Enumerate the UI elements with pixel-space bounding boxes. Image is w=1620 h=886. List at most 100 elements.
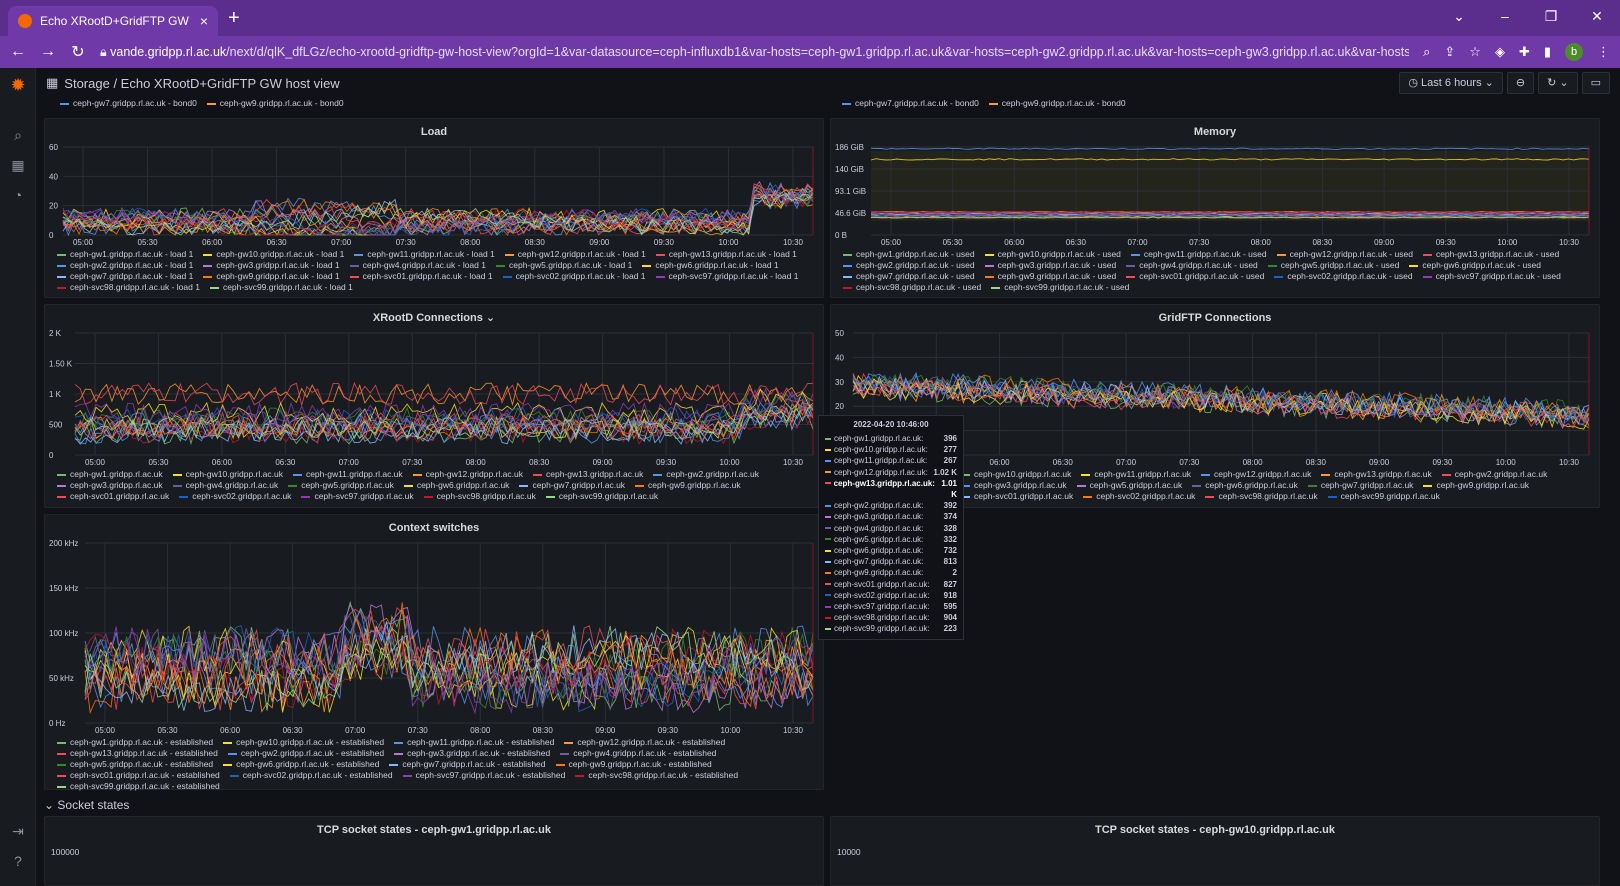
legend-item[interactable]: ceph-gw10.gridpp.rl.ac.uk — [961, 469, 1071, 480]
legend-item[interactable]: ceph-gw7.gridpp.rl.ac.uk - load 1 — [57, 271, 193, 282]
legend-item[interactable]: ceph-gw9.gridpp.rl.ac.uk - bond0 — [988, 98, 1126, 109]
legend-item[interactable]: ceph-gw4.gridpp.rl.ac.uk - load 1 — [349, 260, 486, 271]
help-icon[interactable]: ? — [0, 846, 36, 876]
back-arrow-icon[interactable]: ← — [10, 43, 26, 61]
zoom-icon[interactable]: ⌕ — [1423, 44, 1430, 60]
legend-item[interactable]: ceph-gw5.gridpp.rl.ac.uk - load 1 — [495, 260, 632, 271]
series-line[interactable] — [84, 628, 814, 709]
legend-item[interactable]: ceph-gw3.gridpp.rl.ac.uk - used — [984, 260, 1116, 271]
legend-item[interactable]: ceph-gw9.gridpp.rl.ac.uk - bond0 — [206, 98, 344, 109]
legend-item[interactable]: ceph-gw12.gridpp.rl.ac.uk — [412, 469, 523, 480]
legend-item[interactable]: ceph-svc98.gridpp.rl.ac.uk - established — [575, 770, 738, 781]
legend-item[interactable]: ceph-gw9.gridpp.rl.ac.uk — [635, 480, 741, 491]
legend-item[interactable]: ceph-gw1.gridpp.rl.ac.uk — [57, 469, 163, 480]
legend-item[interactable]: ceph-gw2.gridpp.rl.ac.uk - used — [843, 260, 975, 271]
legend-item[interactable]: ceph-svc99.gridpp.rl.ac.uk - established — [57, 781, 220, 792]
time-range-picker[interactable]: ◷ Last 6 hours ⌄ — [1399, 72, 1503, 94]
extension-icon[interactable]: ◈ — [1495, 44, 1505, 60]
legend-item[interactable]: ceph-svc99.gridpp.rl.ac.uk - load 1 — [209, 282, 353, 293]
refresh-button[interactable]: ↻ ⌄ — [1538, 72, 1578, 94]
legend-item[interactable]: ceph-gw13.gridpp.rl.ac.uk — [1321, 469, 1432, 480]
legend-item[interactable]: ceph-gw7.gridpp.rl.ac.uk - used — [843, 271, 975, 282]
chevron-down-icon[interactable]: ⌄ — [1436, 8, 1482, 25]
legend-item[interactable]: ceph-gw10.gridpp.rl.ac.uk - established — [223, 737, 384, 748]
legend-item[interactable]: ceph-svc98.gridpp.rl.ac.uk — [1205, 491, 1318, 502]
browser-tab[interactable]: Echo XRootD+GridFTP GW host × — [8, 6, 218, 36]
legend-item[interactable]: ceph-gw6.gridpp.rl.ac.uk — [403, 480, 509, 491]
legend-item[interactable]: ceph-gw6.gridpp.rl.ac.uk — [1192, 480, 1298, 491]
signin-icon[interactable]: ⇥ — [0, 816, 36, 846]
legend-item[interactable]: ceph-svc98.gridpp.rl.ac.uk — [423, 491, 536, 502]
panel-title[interactable]: GridFTP Connections — [831, 309, 1599, 327]
legend-item[interactable]: ceph-svc98.gridpp.rl.ac.uk - load 1 — [57, 282, 200, 293]
legend-item[interactable]: ceph-gw11.gridpp.rl.ac.uk - load 1 — [354, 249, 495, 260]
breadcrumb[interactable]: Storage / Echo XRootD+GridFTP GW host vi… — [64, 76, 1399, 91]
legend-item[interactable]: ceph-svc97.gridpp.rl.ac.uk - load 1 — [655, 271, 798, 282]
legend-item[interactable]: ceph-gw5.gridpp.rl.ac.uk - established — [57, 759, 213, 770]
dashboards-icon[interactable]: ▦ — [0, 150, 36, 180]
panel-title[interactable]: TCP socket states - ceph-gw10.gridpp.rl.… — [831, 821, 1599, 839]
reload-icon[interactable]: ↻ — [70, 42, 86, 62]
legend-item[interactable]: ceph-svc99.gridpp.rl.ac.uk — [545, 491, 658, 502]
legend-item[interactable]: ceph-gw7.gridpp.rl.ac.uk - established — [389, 759, 546, 770]
url-field[interactable]: 🔒︎ vande.gridpp.rl.ac.uk/next/d/qlK_dfLG… — [100, 45, 1409, 60]
legend-item[interactable]: ceph-svc01.gridpp.rl.ac.uk - established — [57, 770, 220, 781]
grafana-logo-icon[interactable]: ✹ — [0, 70, 36, 100]
legend-item[interactable]: ceph-gw1.gridpp.rl.ac.uk - established — [57, 737, 213, 748]
minimize-icon[interactable]: – — [1482, 8, 1528, 24]
legend-item[interactable]: ceph-gw6.gridpp.rl.ac.uk - used — [1409, 260, 1541, 271]
panel-title[interactable]: Memory — [831, 123, 1599, 141]
legend-item[interactable]: ceph-gw5.gridpp.rl.ac.uk — [1076, 480, 1182, 491]
puzzle-icon[interactable]: ✚ — [1519, 44, 1530, 60]
legend-item[interactable]: ceph-gw9.gridpp.rl.ac.uk - used — [984, 271, 1116, 282]
legend-item[interactable]: ceph-gw1.gridpp.rl.ac.uk - used — [843, 249, 975, 260]
legend-item[interactable]: ceph-gw6.gridpp.rl.ac.uk - established — [223, 759, 379, 770]
panel-title[interactable]: Context switches — [45, 519, 823, 537]
profile-avatar[interactable]: b — [1565, 43, 1583, 61]
share-icon[interactable]: ⇪ — [1444, 44, 1455, 60]
legend-item[interactable]: ceph-svc02.gridpp.rl.ac.uk - used — [1274, 271, 1413, 282]
legend-item[interactable]: ceph-svc01.gridpp.rl.ac.uk — [961, 491, 1073, 502]
legend-item[interactable]: ceph-svc97.gridpp.rl.ac.uk - used — [1422, 271, 1561, 282]
legend-item[interactable]: ceph-gw12.gridpp.rl.ac.uk — [1201, 469, 1311, 480]
legend-item[interactable]: ceph-gw7.gridpp.rl.ac.uk — [1307, 480, 1413, 491]
forward-arrow-icon[interactable]: → — [40, 43, 56, 61]
legend-item[interactable]: ceph-svc97.gridpp.rl.ac.uk — [301, 491, 414, 502]
legend-item[interactable]: ceph-svc99.gridpp.rl.ac.uk - used — [991, 282, 1129, 293]
legend-item[interactable]: ceph-gw2.gridpp.rl.ac.uk - load 1 — [57, 260, 193, 271]
legend-item[interactable]: ceph-gw10.gridpp.rl.ac.uk - load 1 — [203, 249, 344, 260]
legend-item[interactable]: ceph-gw6.gridpp.rl.ac.uk - load 1 — [642, 260, 779, 271]
legend-item[interactable]: ceph-gw1.gridpp.rl.ac.uk - load 1 — [57, 249, 193, 260]
legend-item[interactable]: ceph-svc98.gridpp.rl.ac.uk - used — [843, 282, 981, 293]
legend-item[interactable]: ceph-gw12.gridpp.rl.ac.uk - established — [564, 737, 725, 748]
legend-item[interactable]: ceph-svc02.gridpp.rl.ac.uk - load 1 — [502, 271, 646, 282]
legend-item[interactable]: ceph-svc02.gridpp.rl.ac.uk — [1083, 491, 1195, 502]
legend-item[interactable]: ceph-gw3.gridpp.rl.ac.uk — [961, 480, 1067, 491]
legend-item[interactable]: ceph-gw2.gridpp.rl.ac.uk — [653, 469, 759, 480]
legend-item[interactable]: ceph-svc02.gridpp.rl.ac.uk - established — [229, 770, 393, 781]
legend-item[interactable]: ceph-gw10.gridpp.rl.ac.uk - used — [984, 249, 1121, 260]
legend-item[interactable]: ceph-svc02.gridpp.rl.ac.uk — [179, 491, 291, 502]
legend-item[interactable]: ceph-gw11.gridpp.rl.ac.uk - established — [394, 737, 554, 748]
legend-item[interactable]: ceph-svc01.gridpp.rl.ac.uk - load 1 — [349, 271, 493, 282]
legend-item[interactable]: ceph-gw13.gridpp.rl.ac.uk — [533, 469, 643, 480]
legend-item[interactable]: ceph-gw11.gridpp.rl.ac.uk — [1081, 469, 1191, 480]
legend-item[interactable]: ceph-gw4.gridpp.rl.ac.uk — [172, 480, 278, 491]
legend-item[interactable]: ceph-gw2.gridpp.rl.ac.uk - established — [227, 748, 384, 759]
panel-title[interactable]: Load — [45, 123, 823, 141]
legend-item[interactable]: ceph-gw3.gridpp.rl.ac.uk - established — [394, 748, 550, 759]
legend-item[interactable]: ceph-gw7.gridpp.rl.ac.uk - bond0 — [60, 98, 197, 109]
bookmark-star-icon[interactable]: ☆ — [1469, 44, 1481, 60]
close-icon[interactable]: × — [200, 13, 208, 29]
legend-item[interactable]: ceph-svc01.gridpp.rl.ac.uk - used — [1126, 271, 1264, 282]
search-icon[interactable]: ⌕ — [0, 120, 36, 150]
legend-item[interactable]: ceph-gw9.gridpp.rl.ac.uk - established — [555, 759, 712, 770]
legend-item[interactable]: ceph-gw2.gridpp.rl.ac.uk — [1441, 469, 1547, 480]
close-window-icon[interactable]: ✕ — [1574, 8, 1620, 25]
legend-item[interactable]: ceph-gw13.gridpp.rl.ac.uk - used — [1422, 249, 1559, 260]
restore-icon[interactable]: ❐ — [1528, 8, 1574, 25]
menu-icon[interactable]: ⋮ — [1597, 44, 1610, 60]
legend-item[interactable]: ceph-gw13.gridpp.rl.ac.uk - established — [57, 748, 218, 759]
new-tab-button[interactable]: + — [228, 7, 240, 30]
legend-item[interactable]: ceph-svc01.gridpp.rl.ac.uk — [57, 491, 169, 502]
